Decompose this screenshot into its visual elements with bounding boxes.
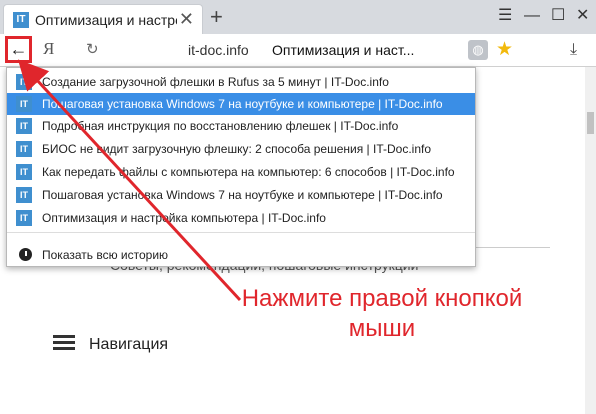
tab-title: Оптимизация и настрой (35, 12, 177, 28)
maximize-button[interactable]: ☐ (551, 6, 565, 26)
title-bar: IT Оптимизация и настрой ✕ + ☰ — ☐ ✕ (0, 0, 596, 34)
site-favicon-icon: IT (16, 164, 32, 180)
site-favicon-icon: IT (16, 96, 32, 112)
address-page-title: Оптимизация и наст... (272, 42, 415, 58)
tab-close-icon[interactable]: ✕ (179, 10, 194, 28)
history-item[interactable]: IT БИОС не видит загрузочную флешку: 2 с… (7, 138, 475, 160)
browser-tab[interactable]: IT Оптимизация и настрой ✕ (3, 4, 203, 34)
history-item[interactable]: IT Создание загрузочной флешки в Rufus з… (7, 71, 475, 93)
hamburger-menu-icon[interactable] (53, 335, 75, 351)
new-tab-button[interactable]: + (210, 4, 223, 30)
site-favicon-icon: IT (16, 141, 32, 157)
history-item-label: Пошаговая установка Windows 7 на ноутбук… (42, 97, 443, 111)
history-item[interactable]: IT Пошаговая установка Windows 7 на ноут… (7, 184, 475, 206)
history-item-selected[interactable]: IT Пошаговая установка Windows 7 на ноут… (7, 93, 475, 115)
history-item[interactable]: IT Оптимизация и настройка компьютера | … (7, 207, 475, 229)
history-item[interactable]: IT Подробная инструкция по восстановлени… (7, 115, 475, 137)
history-item-label: БИОС не видит загрузочную флешку: 2 спос… (42, 142, 432, 156)
reload-icon[interactable]: ↻ (86, 40, 99, 58)
navigation-label[interactable]: Навигация (89, 336, 168, 354)
site-favicon-icon: IT (16, 210, 32, 226)
back-button[interactable]: ← (5, 36, 32, 63)
annotation-line-1: Нажмите правой кнопкой (241, 285, 523, 312)
annotation-text: Нажмите правой кнопкой мыши (212, 284, 552, 344)
minimize-button[interactable]: — (524, 6, 540, 26)
site-favicon-icon: IT (16, 74, 32, 90)
history-item-label: Пошаговая установка Windows 7 на ноутбук… (42, 188, 443, 202)
browser-toolbar: ← Я ↻ it-doc.info Оптимизация и наст... … (0, 34, 596, 67)
close-window-button[interactable]: ✕ (576, 6, 589, 26)
history-item[interactable]: IT Как передать файлы с компьютера на ко… (7, 161, 475, 183)
show-all-history-link[interactable]: Показать всю историю (42, 248, 168, 262)
download-icon[interactable]: ⤓ (570, 41, 577, 59)
history-item-label: Как передать файлы с компьютера на компь… (42, 165, 455, 179)
address-domain: it-doc.info (188, 42, 249, 58)
scrollbar-thumb[interactable] (587, 112, 594, 134)
address-bar[interactable]: ↻ it-doc.info Оптимизация и наст... ◍ ★ (76, 37, 524, 63)
menu-divider (7, 232, 475, 233)
clock-icon (19, 248, 32, 261)
annotation-line-2: мыши (348, 315, 416, 342)
back-history-menu: IT Создание загрузочной флешки в Rufus з… (6, 67, 476, 267)
browser-menu-icon[interactable]: ☰ (498, 6, 512, 26)
site-favicon-icon: IT (16, 118, 32, 134)
history-item-label: Подробная инструкция по восстановлению ф… (42, 119, 399, 133)
history-item-label: Создание загрузочной флешки в Rufus за 5… (42, 75, 389, 89)
bookmark-star-icon[interactable]: ★ (496, 38, 513, 61)
history-item-label: Оптимизация и настройка компьютера | IT-… (42, 211, 326, 225)
protect-icon[interactable]: ◍ (468, 40, 488, 60)
site-favicon-icon: IT (13, 12, 29, 28)
yandex-logo-icon[interactable]: Я (43, 39, 54, 59)
site-favicon-icon: IT (16, 187, 32, 203)
